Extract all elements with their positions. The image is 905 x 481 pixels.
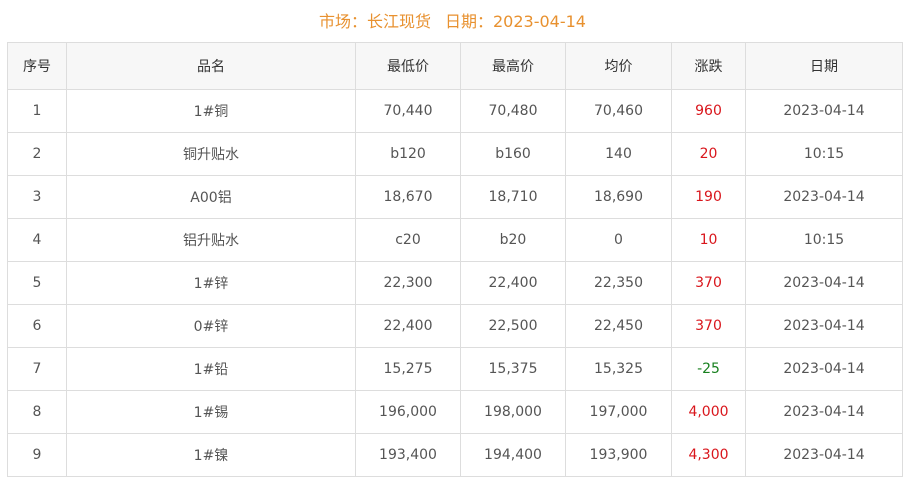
cell-high: 198,000: [460, 390, 566, 434]
price-table: 序号 品名 最低价 最高价 均价 涨跌 日期 1 1#铜 70,440 70,480 7…: [7, 42, 903, 477]
cell-date: 2023-04-14: [745, 175, 903, 219]
column-header-avg: 均价: [565, 42, 672, 90]
column-header-date: 日期: [745, 42, 903, 90]
cell-date: 2023-04-14: [745, 433, 903, 477]
cell-avg: 197,000: [565, 390, 672, 434]
cell-name: 1#锌: [66, 261, 356, 305]
cell-low: 15,275: [355, 347, 461, 391]
cell-high: 18,710: [460, 175, 566, 219]
cell-no: 7: [7, 347, 67, 391]
cell-no: 6: [7, 304, 67, 348]
cell-date: 2023-04-14: [745, 89, 903, 133]
cell-low: 70,440: [355, 89, 461, 133]
table-row: 6 0#锌 22,400 22,500 22,450 370 2023-04-14: [7, 304, 903, 348]
column-header-change: 涨跌: [671, 42, 746, 90]
cell-date: 2023-04-14: [745, 347, 903, 391]
cell-avg: 0: [565, 218, 672, 262]
cell-high: b160: [460, 132, 566, 176]
cell-no: 5: [7, 261, 67, 305]
cell-change: 4,000: [671, 390, 746, 434]
cell-no: 1: [7, 89, 67, 133]
cell-change: 20: [671, 132, 746, 176]
cell-avg: 193,900: [565, 433, 672, 477]
cell-low: 22,300: [355, 261, 461, 305]
cell-date: 2023-04-14: [745, 304, 903, 348]
cell-name: 1#镍: [66, 433, 356, 477]
market-label: 市场：长江现货: [318, 12, 431, 31]
cell-low: b120: [355, 132, 461, 176]
column-header-name: 品名: [66, 42, 356, 90]
cell-date: 2023-04-14: [745, 261, 903, 305]
cell-low: 18,670: [355, 175, 461, 219]
cell-low: 22,400: [355, 304, 461, 348]
table-row: 9 1#镍 193,400 194,400 193,900 4,300 2023-04-14: [7, 433, 903, 477]
cell-change: 370: [671, 261, 746, 305]
column-header-high: 最高价: [460, 42, 566, 90]
page: 市场：长江现货 日期：2023-04-14 序号 品名 最低价 最高价 均价 涨跌…: [0, 0, 905, 481]
column-header-no: 序号: [7, 42, 67, 90]
cell-avg: 140: [565, 132, 672, 176]
cell-high: 194,400: [460, 433, 566, 477]
cell-low: 193,400: [355, 433, 461, 477]
cell-low: 196,000: [355, 390, 461, 434]
cell-no: 2: [7, 132, 67, 176]
table-header-row: 序号 品名 最低价 最高价 均价 涨跌 日期: [7, 42, 903, 90]
cell-name: 0#锌: [66, 304, 356, 348]
table-row: 1 1#铜 70,440 70,480 70,460 960 2023-04-14: [7, 89, 903, 133]
date-label: 日期：2023-04-14: [445, 12, 586, 31]
cell-avg: 22,350: [565, 261, 672, 305]
table-row: 5 1#锌 22,300 22,400 22,350 370 2023-04-14: [7, 261, 903, 305]
cell-avg: 18,690: [565, 175, 672, 219]
cell-avg: 22,450: [565, 304, 672, 348]
cell-no: 8: [7, 390, 67, 434]
cell-name: 1#锡: [66, 390, 356, 434]
cell-change: 960: [671, 89, 746, 133]
cell-no: 9: [7, 433, 67, 477]
cell-date: 2023-04-14: [745, 390, 903, 434]
cell-change: 370: [671, 304, 746, 348]
column-header-low: 最低价: [355, 42, 461, 90]
table-row: 3 A00铝 18,670 18,710 18,690 190 2023-04-14: [7, 175, 903, 219]
cell-low: c20: [355, 218, 461, 262]
table-row: 2 铜升贴水 b120 b160 140 20 10:15: [7, 132, 903, 176]
cell-no: 4: [7, 218, 67, 262]
cell-name: 铜升贴水: [66, 132, 356, 176]
cell-high: 15,375: [460, 347, 566, 391]
table-body: 1 1#铜 70,440 70,480 70,460 960 2023-04-14 2 铜升贴水…: [7, 89, 903, 477]
cell-change: 10: [671, 218, 746, 262]
cell-change: 190: [671, 175, 746, 219]
cell-change: -25: [671, 347, 746, 391]
cell-high: 22,500: [460, 304, 566, 348]
cell-high: 22,400: [460, 261, 566, 305]
cell-high: b20: [460, 218, 566, 262]
cell-avg: 15,325: [565, 347, 672, 391]
page-title: 市场：长江现货 日期：2023-04-14: [0, 10, 905, 34]
cell-change: 4,300: [671, 433, 746, 477]
cell-name: 1#铅: [66, 347, 356, 391]
cell-name: 铝升贴水: [66, 218, 356, 262]
cell-no: 3: [7, 175, 67, 219]
table-row: 4 铝升贴水 c20 b20 0 10 10:15: [7, 218, 903, 262]
cell-name: A00铝: [66, 175, 356, 219]
cell-name: 1#铜: [66, 89, 356, 133]
table-row: 8 1#锡 196,000 198,000 197,000 4,000 2023-04-14: [7, 390, 903, 434]
cell-avg: 70,460: [565, 89, 672, 133]
cell-high: 70,480: [460, 89, 566, 133]
table-row: 7 1#铅 15,275 15,375 15,325 -25 2023-04-14: [7, 347, 903, 391]
cell-date: 10:15: [745, 132, 903, 176]
cell-date: 10:15: [745, 218, 903, 262]
